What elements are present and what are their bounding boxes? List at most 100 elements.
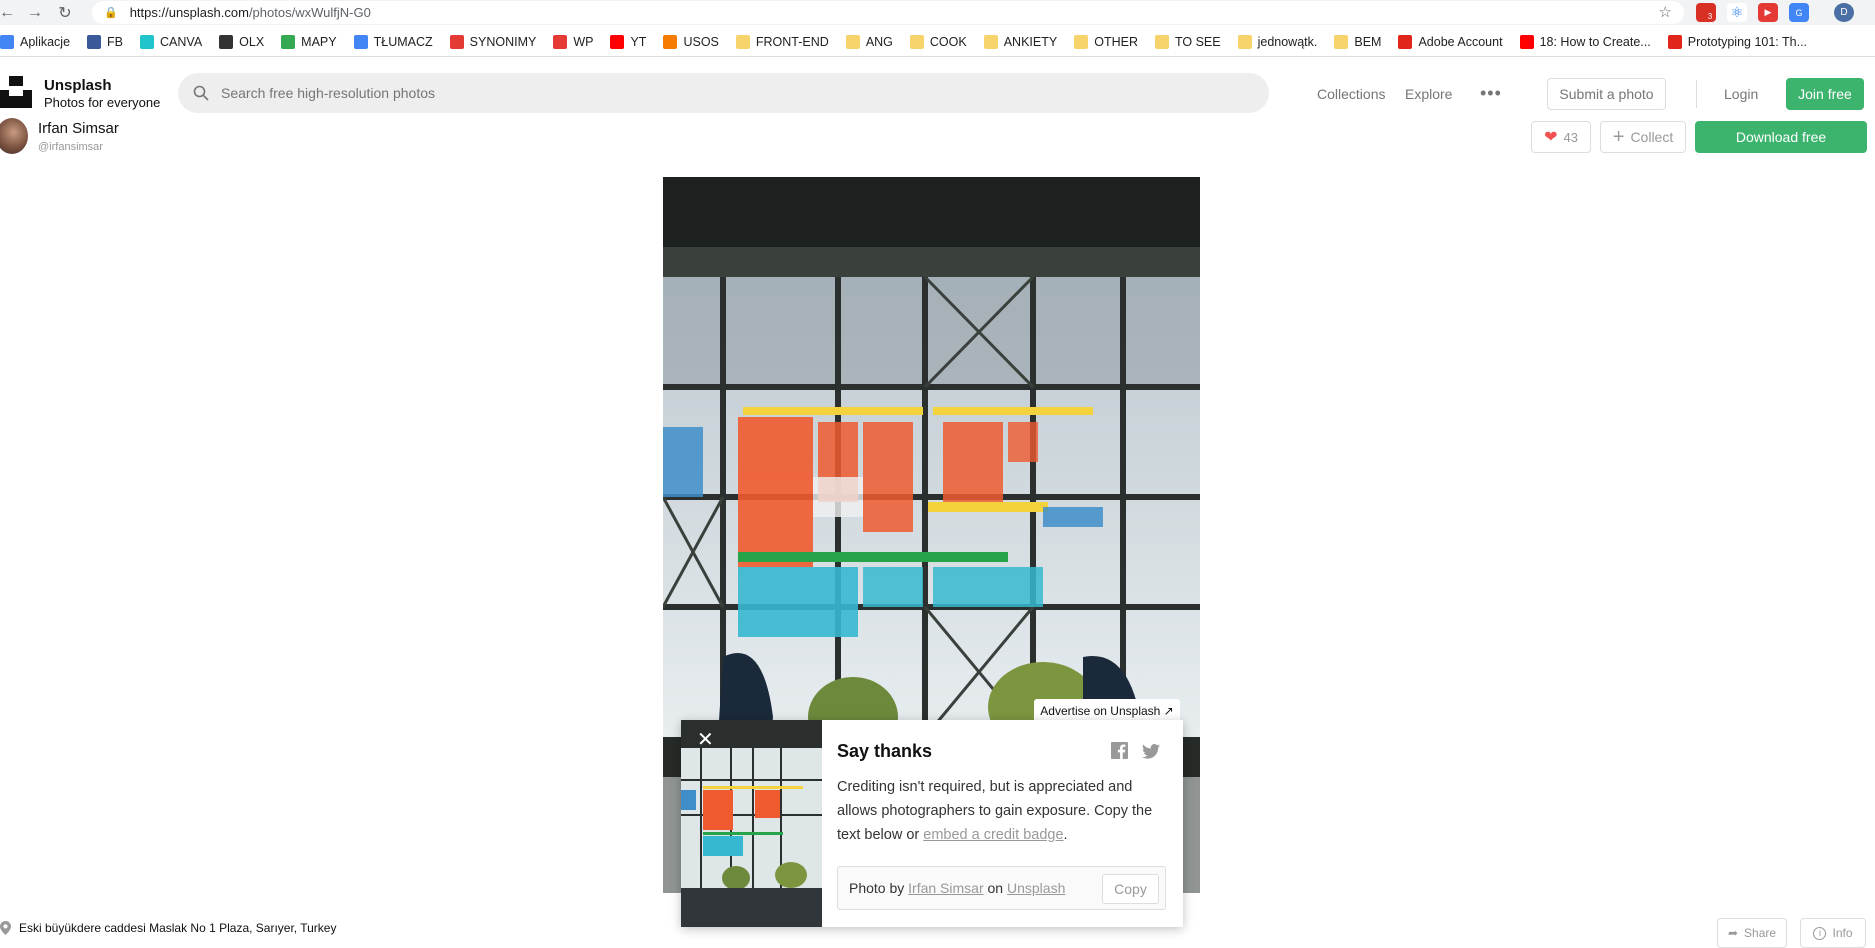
bookmark-label: Prototyping 101: Th... [1687,34,1808,49]
bookmark-label: 18: How to Create... [1539,34,1651,49]
back-arrow-icon[interactable]: ← [0,0,20,25]
folder-icon [909,34,924,49]
profile-avatar[interactable]: D [1834,3,1854,22]
share-button[interactable]: ➦ Share [1717,918,1787,948]
bookmark-item[interactable]: SYNONIMY [449,34,537,49]
lock-icon: 🔒 [104,7,118,19]
join-free-button[interactable]: Join free [1786,78,1864,110]
bookmark-item[interactable]: MAPY [281,34,337,49]
bookmark-item[interactable]: FB [87,34,123,49]
credit-author-link[interactable]: Irfan Simsar [908,880,983,896]
youtube-icon [1519,34,1534,49]
bookmark-item[interactable]: FRONT-END [735,34,829,49]
url-path: /photos/wxWulfjN-G0 [248,5,371,20]
location-pin-icon [0,921,11,935]
adobe-icon [1398,34,1413,49]
olx-icon [219,34,234,49]
bookmark-label: OLX [239,34,265,49]
bookmark-item[interactable]: OLX [219,34,265,49]
bookmark-label: WP [573,34,594,49]
say-thanks-period: . [1063,827,1068,843]
search-placeholder: Search free high-resolution photos [221,85,436,101]
heart-icon: ❤ [1544,129,1558,146]
search-input[interactable]: Search free high-resolution photos [178,73,1269,113]
bookmark-item[interactable]: Adobe Account [1398,34,1503,49]
nav-collections[interactable]: Collections [1317,86,1385,102]
author-avatar[interactable] [0,118,28,154]
site-header: Unsplash Photos for everyone Search free… [0,58,1875,128]
bookmark-item[interactable]: USOS [663,34,719,49]
forward-arrow-icon[interactable]: → [22,0,48,25]
more-dots-icon[interactable]: ••• [1480,83,1502,104]
bookmarks-bar: Aplikacje FB CANVA OLX MAPY TŁUMACZ SYNONIMY WP… [0,27,1875,57]
bookmark-item[interactable]: TO SEE [1154,34,1221,49]
bookmark-label: BEM [1354,34,1382,49]
facebook-icon [87,34,102,49]
like-button[interactable]: ❤ 43 [1531,121,1591,153]
reload-icon[interactable]: ↻ [52,0,78,25]
bookmark-item[interactable]: ANG [845,34,893,49]
bookmark-item[interactable]: 18: How to Create... [1519,34,1651,49]
twitter-icon[interactable] [1142,744,1160,759]
nav-explore[interactable]: Explore [1405,86,1452,102]
bookmark-item[interactable]: TŁUMACZ [353,34,433,49]
bookmark-label: COOK [929,34,967,49]
bookmark-label: jednowątk. [1257,34,1318,49]
author-name[interactable]: Irfan Simsar [38,120,119,137]
author-handle[interactable]: @irfansimsar [38,141,103,153]
bookmark-label: MAPY [301,34,337,49]
bookmark-item[interactable]: CANVA [140,34,203,49]
search-icon [193,85,209,101]
bookmark-item[interactable]: YT [610,34,646,49]
bookmark-item[interactable]: ANKIETY [983,34,1057,49]
download-free-button[interactable]: Download free [1695,121,1867,153]
photo-location[interactable]: Eski büyükdere caddesi Maslak No 1 Plaza… [0,921,336,935]
maps-icon [281,34,296,49]
profile-initial: D [1840,7,1848,18]
address-bar[interactable]: 🔒 https://unsplash.com/photos/wxWulfjN-G… [92,1,1684,24]
bookmark-label: USOS [683,34,719,49]
adobe-icon [1667,34,1682,49]
folder-icon [1237,34,1252,49]
s-icon [449,34,464,49]
extension-badge: 3 [1707,12,1713,21]
bookmark-star-icon[interactable]: ☆ [1659,3,1672,21]
brand-name[interactable]: Unsplash [44,77,112,94]
facebook-icon[interactable] [1111,742,1128,759]
plus-icon: + [1612,125,1625,148]
credit-site-link[interactable]: Unsplash [1007,880,1065,896]
bookmark-label: SYNONIMY [469,34,537,49]
wp-icon [553,34,568,49]
collect-button[interactable]: + Collect [1600,121,1686,153]
bookmark-label: TŁUMACZ [373,34,433,49]
folder-icon [1334,34,1349,49]
extension-icon-translate[interactable]: G [1789,3,1809,22]
bookmark-item[interactable]: OTHER [1074,34,1138,49]
bookmark-item[interactable]: BEM [1334,34,1382,49]
bookmark-item[interactable]: WP [553,34,594,49]
extension-icon-react[interactable]: ⚛ [1727,3,1747,22]
bookmark-item[interactable]: Aplikacje [0,34,70,49]
youtube-icon [610,34,625,49]
bookmark-label: CANVA [160,34,203,49]
collect-label: Collect [1630,129,1674,145]
copy-button[interactable]: Copy [1102,874,1159,904]
credit-text-box[interactable]: Photo by Irfan Simsar on Unsplash Copy [837,866,1166,910]
bookmark-item[interactable]: Prototyping 101: Th... [1667,34,1808,49]
popup-thumbnail: ✕ [681,720,822,927]
close-icon[interactable]: ✕ [697,730,714,750]
embed-credit-badge-link[interactable]: embed a credit badge [923,827,1063,843]
info-button[interactable]: i Info [1800,918,1866,948]
advertise-link[interactable]: Advertise on Unsplash ↗ [1034,699,1180,722]
bookmark-label: OTHER [1094,34,1138,49]
unsplash-logo-icon[interactable] [0,76,32,108]
submit-photo-button[interactable]: Submit a photo [1547,78,1666,110]
bookmark-item[interactable]: COOK [909,34,967,49]
login-link[interactable]: Login [1724,86,1758,102]
browser-toolbar: ← → ↻ 🔒 https://unsplash.com/photos/wxWu… [0,0,1875,25]
bookmark-label: ANG [865,34,893,49]
extension-icon-youtube[interactable]: ▶ [1758,3,1778,22]
folder-icon [1154,34,1169,49]
bookmark-item[interactable]: jednowątk. [1237,34,1318,49]
extension-icon-red[interactable]: 3 [1696,3,1716,22]
